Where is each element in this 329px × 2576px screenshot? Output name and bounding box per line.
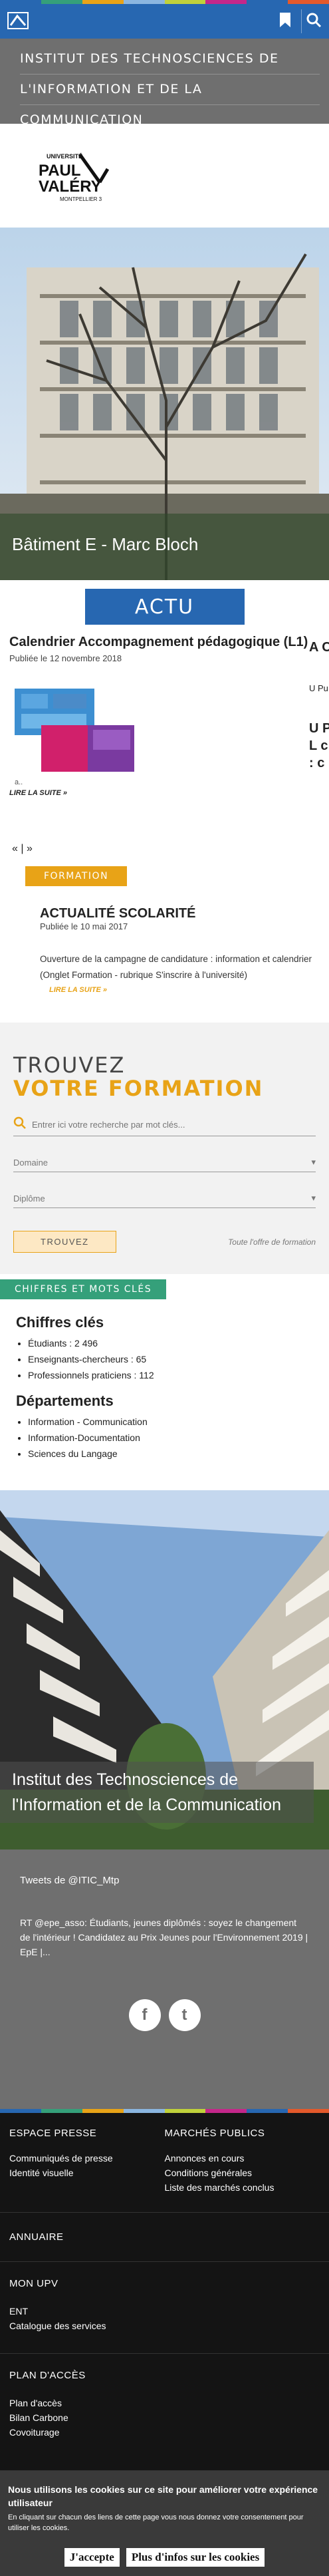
footer-annuaire-link[interactable]: ANNUAIRE (9, 2231, 320, 2243)
actu-heading[interactable]: ACTU (84, 589, 245, 625)
chevron-down-icon: ▾ (311, 1193, 316, 1203)
footer-plan-heading[interactable]: PLAN D'ACCÈS (9, 2370, 320, 2381)
bookmark-button[interactable] (273, 9, 297, 33)
color-stripe-segment (164, 2109, 206, 2113)
read-more-link[interactable]: LIRE LA SUITE » (9, 789, 320, 797)
color-stripe-segment (247, 2109, 288, 2113)
upv-mark-icon[interactable] (7, 11, 29, 31)
next-news-peek-meta: U Pu (309, 683, 328, 693)
formation-search-input[interactable] (32, 1120, 316, 1130)
chevron-down-icon: ▾ (311, 1157, 316, 1167)
formation-search-row (13, 1114, 316, 1136)
news-thumb-caption: a.. (15, 778, 23, 786)
logo-line4: MONTPELLIER 3 (60, 196, 102, 202)
key-figures: CHIFFRES ET MOTS CLÉS Chiffres clés Étud… (0, 1274, 329, 1490)
find-formation-panel: TROUVEZ VOTRE FORMATION Domaine ▾ Diplôm… (0, 1023, 329, 1274)
find-title-line2: VOTRE FORMATION (13, 1076, 264, 1101)
cookie-more-info-button[interactable]: Plus d'infos sur les cookies (126, 2548, 265, 2567)
carousel-next-button[interactable]: » (27, 843, 33, 854)
diplome-select-label: Diplôme (13, 1194, 45, 1204)
figure-item: Étudiants : 2 496 (28, 1335, 329, 1351)
diplome-select[interactable]: Diplôme ▾ (13, 1186, 316, 1208)
color-stripe-segment (0, 2109, 41, 2113)
site-title-line: Institut des Technosciences de (20, 44, 320, 75)
departments-heading: Départements (16, 1392, 114, 1409)
actu-section-header: ACTU (0, 580, 329, 633)
color-stripe-segment (123, 2109, 165, 2113)
all-offer-link[interactable]: Toute l'offre de formation (228, 1237, 316, 1247)
find-button[interactable]: TROUVEZ (13, 1231, 116, 1253)
footer-ent-link[interactable]: ENT (9, 2304, 320, 2319)
hero-caption: Bâtiment E - Marc Bloch (12, 534, 199, 554)
key-figures-tag: CHIFFRES ET MOTS CLÉS (0, 1279, 167, 1299)
color-stripe-segment (82, 2109, 124, 2113)
twitter-icon[interactable]: t (168, 1999, 201, 2031)
cookie-title: Nous utilisons les cookies sur ce site p… (8, 2484, 318, 2508)
figure-item: Enseignants-chercheurs : 65 (28, 1351, 329, 1367)
institute-photo-caption: Institut des Technosciences de l'Informa… (0, 1762, 314, 1823)
footer-heading-marches[interactable]: MARCHÉS PUBLICS (165, 2128, 320, 2139)
news-thumbnail[interactable]: a.. (15, 689, 320, 786)
search-icon (13, 1116, 27, 1133)
carousel-nav: « | » (12, 843, 33, 855)
footer-heading-presse[interactable]: ESPACE PRESSE (9, 2128, 165, 2139)
site-title[interactable]: Institut des Technosciences de l'Informa… (0, 39, 329, 136)
domaine-select[interactable]: Domaine ▾ (13, 1150, 316, 1172)
logo-line3: VALÉRY (39, 177, 102, 196)
logo-line1: UNIVERSITÉ (47, 153, 82, 160)
department-item[interactable]: Sciences du Langage (28, 1446, 329, 1462)
next-news-peek: A C (309, 640, 329, 655)
formation-news-date: Publiée le 10 mai 2017 (40, 921, 128, 931)
footer-link[interactable]: Plan d'accès (9, 2396, 320, 2410)
cookie-accept-button[interactable]: J'accepte (64, 2548, 120, 2567)
footer: ESPACE PRESSE Communiqués de presse Iden… (0, 2113, 329, 2471)
footer-monupv-heading[interactable]: MON UPV (9, 2278, 320, 2289)
formation-news: FORMATION ACTUALITÉ SCOLARITÉ Publiée le… (0, 860, 329, 1023)
key-figures-heading: Chiffres clés (16, 1314, 104, 1331)
news-title[interactable]: Calendrier Accompagnement pédagogique (L… (9, 633, 308, 651)
footer-link[interactable]: Conditions générales (165, 2166, 320, 2180)
institute-photo: Institut des Technosciences de l'Informa… (0, 1490, 329, 1850)
top-bar (0, 4, 329, 39)
department-item[interactable]: Information-Documentation (28, 1430, 329, 1446)
footer-link[interactable]: Covoiturage (9, 2425, 320, 2440)
footer-link[interactable]: Annonces en cours (165, 2151, 320, 2166)
next-news-peek-2: U P L c : c (309, 721, 329, 770)
color-stripe-segment (288, 2109, 329, 2113)
formation-news-text: Ouverture de la campagne de candidature … (40, 954, 312, 980)
search-button[interactable] (301, 9, 325, 33)
hero-image-building-e: Bâtiment E - Marc Bloch (0, 228, 329, 580)
find-title-line1: TROUVEZ (13, 1052, 126, 1078)
tweet-text: RT @epe_asso: Étudiants, jeunes diplômés… (20, 1917, 308, 1957)
footer-link[interactable]: Identité visuelle (9, 2166, 165, 2180)
color-stripe-segment (41, 2109, 82, 2113)
cookie-subtitle: En cliquant sur chacun des liens de cett… (8, 2513, 304, 2532)
news-date: Publiée le 12 novembre 2018 (9, 653, 122, 663)
formation-tag: FORMATION (25, 866, 128, 886)
formation-read-more-link[interactable]: LIRE LA SUITE » (49, 986, 329, 994)
footer-link[interactable]: Communiqués de presse (9, 2151, 165, 2166)
logo-line2: PAUL (39, 162, 81, 180)
footer-link[interactable]: Liste des marchés conclus (165, 2180, 320, 2195)
cookie-banner: Nous utilisons les cookies sur ce site p… (0, 2471, 329, 2576)
footer-catalogue-link[interactable]: Catalogue des services (9, 2319, 320, 2333)
university-logo[interactable]: UNIVERSITÉ PAUL VALÉRY MONTPELLIER 3 (0, 124, 329, 228)
formation-news-title[interactable]: ACTUALITÉ SCOLARITÉ (40, 906, 329, 921)
department-item[interactable]: Information - Communication (28, 1414, 329, 1430)
color-stripe (0, 2109, 329, 2113)
domaine-select-label: Domaine (13, 1158, 49, 1168)
carousel-prev-button[interactable]: « (12, 843, 18, 854)
tweets-panel: Tweets de @ITIC_Mtp RT @epe_asso: Étudia… (0, 1850, 329, 2109)
news-carousel: Calendrier Accompagnement pédagogique (L… (0, 633, 329, 860)
figure-item: Professionnels praticiens : 112 (28, 1367, 329, 1383)
tweets-title[interactable]: Tweets de @ITIC_Mtp (20, 1875, 309, 1886)
carousel-separator: | (21, 843, 24, 854)
facebook-icon[interactable]: f (128, 1999, 161, 2031)
site-title-line: l'Information et de la (20, 75, 320, 105)
bookmark-icon (278, 12, 292, 31)
footer-link[interactable]: Bilan Carbone (9, 2410, 320, 2425)
search-icon (306, 12, 322, 31)
color-stripe-segment (205, 2109, 247, 2113)
